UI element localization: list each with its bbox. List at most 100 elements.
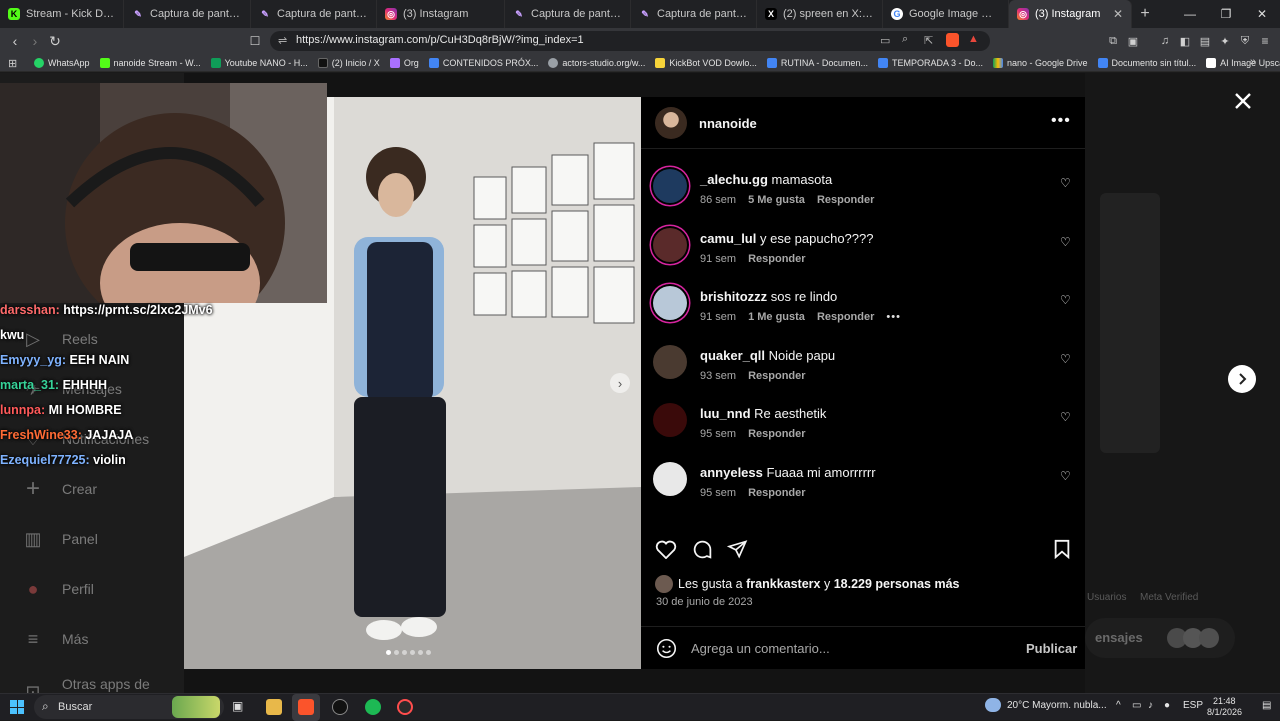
comment-like-icon[interactable]: ♡ xyxy=(1060,352,1071,366)
avatar[interactable] xyxy=(653,169,687,203)
bookmark-actors-studio[interactable]: actors-studio.org/w... xyxy=(548,57,645,68)
address-bar[interactable]: ⇌ https://www.instagram.com/p/CuH3Dq8rBj… xyxy=(270,31,990,51)
bookmark-google-drive[interactable]: nano - Google Drive xyxy=(992,57,1088,68)
tab-captura-3[interactable]: ✎ Captura de pantalla por Li xyxy=(505,0,631,28)
tray-chevron-icon[interactable]: ^ xyxy=(1116,700,1121,711)
obs-icon[interactable] xyxy=(397,699,413,715)
bookmark-org[interactable]: Org xyxy=(389,57,419,68)
liker-avatar[interactable] xyxy=(655,575,673,593)
bookmark-page-icon[interactable]: ☐ xyxy=(246,32,264,50)
brave-shield-icon[interactable] xyxy=(946,33,959,47)
file-explorer-icon[interactable] xyxy=(266,699,282,715)
bookmark-documento[interactable]: Documento sin títul... xyxy=(1097,57,1196,68)
comment-like-icon[interactable]: ♡ xyxy=(1060,235,1071,249)
tab-x-spreen[interactable]: X (2) spreen en X: "aguante xyxy=(757,0,883,28)
likes-count[interactable]: 18.229 personas más xyxy=(834,577,960,591)
author-avatar[interactable] xyxy=(655,107,687,139)
tab-captura-4[interactable]: ✎ Captura de pantalla por Li xyxy=(631,0,757,28)
comment-username[interactable]: _alechu.gg xyxy=(700,172,768,187)
comment-username[interactable]: brishitozzz xyxy=(700,289,767,304)
new-tab-button[interactable]: + xyxy=(1132,0,1158,28)
sidebar-icon[interactable]: ◧ xyxy=(1176,32,1194,50)
reply-button[interactable]: Responder xyxy=(748,487,805,499)
nav-profile[interactable]: ● Perfil xyxy=(22,578,94,600)
emoji-icon[interactable] xyxy=(656,638,677,659)
share-paper-plane-icon[interactable] xyxy=(727,539,748,559)
like-heart-icon[interactable] xyxy=(655,539,677,559)
notifications-icon[interactable]: ▤ xyxy=(1262,700,1271,711)
wallet-2-icon[interactable]: ▤ xyxy=(1196,32,1214,50)
vpn-icon[interactable]: ⛨ xyxy=(1236,32,1254,50)
bookmark-temporada-3[interactable]: TEMPORADA 3 - Do... xyxy=(877,57,983,68)
comment-likes[interactable]: 5 Me gusta xyxy=(748,194,805,206)
reply-button[interactable]: Responder xyxy=(748,370,805,382)
brave-icon[interactable] xyxy=(298,699,314,715)
minimize-icon[interactable]: — xyxy=(1172,0,1208,28)
comment-options-icon[interactable]: ••• xyxy=(886,311,901,323)
language-indicator[interactable]: ESP xyxy=(1183,700,1203,711)
wallet-icon[interactable]: ▣ xyxy=(1124,32,1142,50)
nav-more[interactable]: ≡ Más xyxy=(22,628,89,650)
publish-button[interactable]: Publicar xyxy=(1026,641,1077,656)
taskbar-search[interactable]: ⌕ Buscar xyxy=(34,695,224,719)
likes-user[interactable]: frankkasterx xyxy=(746,577,820,591)
carousel-next-icon[interactable]: › xyxy=(610,373,630,393)
tab-captura-1[interactable]: ✎ Captura de pantalla por Li xyxy=(124,0,251,28)
forward-icon[interactable]: › xyxy=(26,32,44,50)
comment-username[interactable]: luu_nnd xyxy=(700,406,751,421)
zoom-icon[interactable]: ⌕ xyxy=(902,33,908,46)
reply-button[interactable]: Responder xyxy=(748,428,805,440)
media-icon[interactable]: ♫ xyxy=(1156,32,1174,50)
comment-username[interactable]: annyeless xyxy=(700,465,763,480)
reply-button[interactable]: Responder xyxy=(748,253,805,265)
g-app-icon[interactable] xyxy=(332,699,348,715)
comment-likes[interactable]: 1 Me gusta xyxy=(748,311,805,323)
nav-meta-apps[interactable]: ⊡ Otras apps de Meta xyxy=(22,676,184,693)
save-bookmark-icon[interactable] xyxy=(1053,539,1071,559)
comments-list[interactable]: _alechu.gg mamasota 86 sem 5 Me gusta Respo… xyxy=(641,149,1085,529)
avatar[interactable] xyxy=(653,344,687,379)
avatar[interactable] xyxy=(653,227,687,262)
bookmark-ai-upscaler[interactable]: AI Image Upscaler |... xyxy=(1206,57,1280,68)
comment-like-icon[interactable]: ♡ xyxy=(1060,176,1071,190)
menu-icon[interactable]: ≡ xyxy=(1256,32,1274,50)
avatar[interactable] xyxy=(653,461,687,496)
avatar[interactable] xyxy=(653,286,687,320)
windows-start-icon[interactable] xyxy=(10,700,24,714)
bookmark-rutina[interactable]: RUTINA - Documen... xyxy=(766,57,868,68)
leo-icon[interactable]: ✦ xyxy=(1216,32,1234,50)
likes-summary[interactable]: Les gusta a frankkasterx y 18.229 person… xyxy=(678,577,959,591)
weather-text[interactable]: 20°C Mayorm. nubla... xyxy=(1007,700,1107,711)
bookmark-kickbot[interactable]: KickBot VOD Dowlo... xyxy=(655,57,757,68)
extensions-icon[interactable]: ⧉ xyxy=(1104,32,1122,50)
more-options-icon[interactable]: ••• xyxy=(1051,112,1071,130)
author-username[interactable]: nnanoide xyxy=(699,116,757,131)
comment-like-icon[interactable]: ♡ xyxy=(1060,410,1071,424)
comment-username[interactable]: quaker_qll xyxy=(700,348,765,363)
share-icon[interactable]: ⇱ xyxy=(924,34,933,47)
comment-like-icon[interactable]: ♡ xyxy=(1060,293,1071,307)
back-icon[interactable]: ‹ xyxy=(6,32,24,50)
bookmark-youtube-nano[interactable]: Youtube NANO - H... xyxy=(210,57,308,68)
comment-input[interactable]: Agrega un comentario... xyxy=(691,641,830,656)
maximize-icon[interactable]: ❐ xyxy=(1208,0,1244,28)
tab-instagram-active[interactable]: ◎ (3) Instagram ✕ xyxy=(1009,0,1132,28)
task-view-icon[interactable]: ▣ xyxy=(232,699,248,715)
next-post-button[interactable] xyxy=(1228,365,1256,393)
apps-grid-icon[interactable]: ⊞ xyxy=(8,57,17,70)
network-icon[interactable]: ▭ xyxy=(1132,700,1141,711)
reply-button[interactable]: Responder xyxy=(817,194,874,206)
nav-panel[interactable]: ▥ Panel xyxy=(22,528,97,550)
volume-icon[interactable]: ♪ xyxy=(1148,700,1153,711)
comment-icon[interactable] xyxy=(692,539,713,560)
brave-rewards-icon[interactable]: ▲ xyxy=(968,33,979,45)
tab-google-image-result[interactable]: G Google Image Result xyxy=(883,0,1009,28)
bookmark-nanoide-stream[interactable]: nanoide Stream - W... xyxy=(99,57,201,68)
comment-username[interactable]: camu_lul xyxy=(700,231,756,246)
tab-captura-2[interactable]: ✎ Captura de pantalla por Li xyxy=(251,0,377,28)
reload-icon[interactable]: ↻ xyxy=(46,32,64,50)
close-icon[interactable] xyxy=(1232,90,1254,112)
comment-like-icon[interactable]: ♡ xyxy=(1060,469,1071,483)
spotify-icon[interactable] xyxy=(365,699,381,715)
cast-icon[interactable]: ▭ xyxy=(880,34,890,47)
